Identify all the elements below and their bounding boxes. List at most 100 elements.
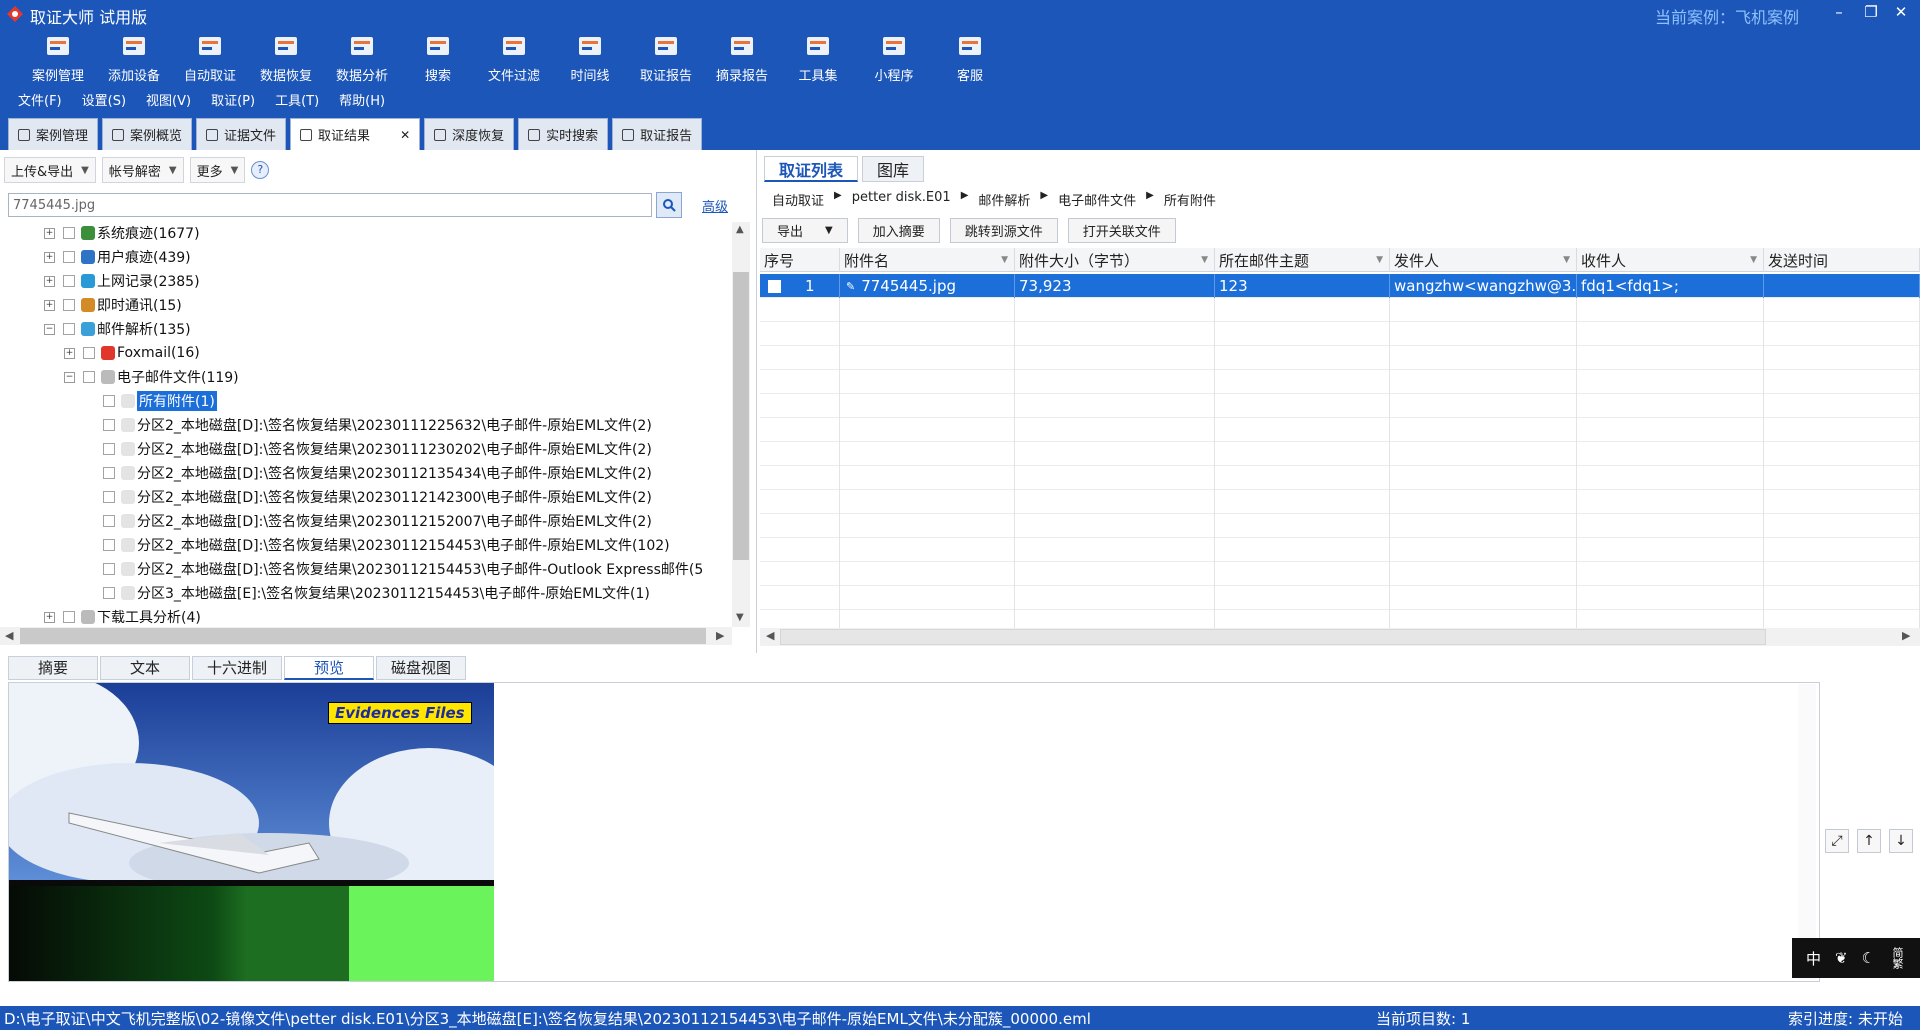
minimize-icon[interactable]: – bbox=[1824, 3, 1854, 21]
tree-checkbox[interactable] bbox=[103, 563, 115, 575]
tree-checkbox[interactable] bbox=[103, 587, 115, 599]
main-tab-4[interactable]: 深度恢复 bbox=[424, 118, 515, 150]
more-dropdown[interactable]: 更多 ▼ bbox=[189, 157, 246, 183]
breadcrumb-item[interactable]: 所有附件 bbox=[1164, 190, 1216, 209]
ribbon-button-4[interactable]: 数据分析 bbox=[324, 28, 400, 86]
main-tab-2[interactable]: 证据文件 bbox=[196, 118, 287, 150]
right-tab-0[interactable]: 取证列表 bbox=[764, 156, 859, 182]
tree-checkbox[interactable] bbox=[103, 443, 115, 455]
ribbon-button-5[interactable]: 搜索 bbox=[400, 28, 476, 86]
tree-checkbox[interactable] bbox=[103, 539, 115, 551]
tree-checkbox[interactable] bbox=[63, 299, 75, 311]
expand-icon[interactable]: + bbox=[44, 299, 55, 311]
tree-node[interactable]: 分区2_本地磁盘[D]:\签名恢复结果\20230111230202\电子邮件-… bbox=[84, 437, 652, 461]
main-tab-5[interactable]: 实时搜索 bbox=[518, 118, 609, 150]
tree-checkbox[interactable] bbox=[63, 251, 75, 263]
tree-checkbox[interactable] bbox=[103, 491, 115, 503]
main-tab-0[interactable]: 案例管理 bbox=[8, 118, 99, 150]
action-button-1[interactable]: 加入摘要 bbox=[857, 218, 940, 243]
tree-vertical-scroll-thumb[interactable] bbox=[733, 272, 749, 560]
menu-item-3[interactable]: 取证(P) bbox=[211, 90, 255, 112]
menu-item-5[interactable]: 帮助(H) bbox=[339, 90, 385, 112]
detail-tab-1[interactable]: 文本 bbox=[100, 656, 190, 680]
ribbon-button-0[interactable]: 案例管理 bbox=[20, 28, 96, 86]
scroll-up-icon[interactable]: ▲ bbox=[736, 224, 744, 235]
close-icon[interactable]: ✕ bbox=[1886, 3, 1916, 21]
filter-icon[interactable]: ▼ bbox=[1001, 255, 1008, 265]
ribbon-button-12[interactable]: 客服 bbox=[932, 28, 1008, 86]
column-header[interactable]: 序号 bbox=[760, 248, 840, 272]
ribbon-button-10[interactable]: 工具集 bbox=[780, 28, 856, 86]
scroll-right-icon[interactable]: ▶ bbox=[1902, 629, 1910, 642]
scroll-right-icon[interactable]: ▶ bbox=[716, 629, 724, 642]
column-header[interactable]: 附件名 ▼ bbox=[840, 248, 1015, 272]
tab-close-icon[interactable]: ✕ bbox=[400, 128, 410, 142]
filter-icon[interactable]: ▼ bbox=[1201, 255, 1208, 265]
search-input[interactable] bbox=[8, 193, 652, 217]
right-tab-1[interactable]: 图库 bbox=[862, 156, 925, 182]
column-header[interactable]: 附件大小（字节） ▼ bbox=[1015, 248, 1215, 272]
tree-checkbox[interactable] bbox=[63, 275, 75, 287]
tree-node[interactable]: 分区2_本地磁盘[D]:\签名恢复结果\20230112142300\电子邮件-… bbox=[84, 485, 652, 509]
upload-export-dropdown[interactable]: 上传&导出 ▼ bbox=[4, 157, 96, 183]
account-decrypt-dropdown[interactable]: 帐号解密 ▼ bbox=[101, 157, 184, 183]
main-tab-3[interactable]: 取证结果 ✕ bbox=[290, 118, 421, 150]
grid-horizontal-scroll-thumb[interactable] bbox=[780, 629, 1766, 645]
tree-node[interactable]: 分区2_本地磁盘[D]:\签名恢复结果\20230112152007\电子邮件-… bbox=[84, 509, 652, 533]
collapse-icon[interactable]: − bbox=[44, 323, 55, 335]
ribbon-button-1[interactable]: 添加设备 bbox=[96, 28, 172, 86]
scroll-left-icon[interactable]: ◀ bbox=[5, 629, 13, 642]
ribbon-button-9[interactable]: 摘录报告 bbox=[704, 28, 780, 86]
expand-icon[interactable]: + bbox=[44, 251, 55, 263]
ribbon-button-3[interactable]: 数据恢复 bbox=[248, 28, 324, 86]
arrow-up-icon[interactable]: ↑ bbox=[1857, 829, 1881, 853]
breadcrumb-item[interactable]: 自动取证 bbox=[772, 190, 824, 209]
ribbon-button-6[interactable]: 文件过滤 bbox=[476, 28, 552, 86]
tree-node[interactable]: + 即时通讯(15) bbox=[44, 293, 182, 317]
help-icon[interactable]: ? bbox=[251, 161, 270, 179]
tree-horizontal-scroll-thumb[interactable] bbox=[20, 628, 706, 644]
action-button-0[interactable]: 导出 ▼ bbox=[762, 218, 848, 243]
tree-node[interactable]: 分区3_本地磁盘[E]:\签名恢复结果\20230112154453\电子邮件-… bbox=[84, 581, 650, 605]
breadcrumb-item[interactable]: 电子邮件文件 bbox=[1058, 190, 1136, 209]
tree-checkbox[interactable] bbox=[63, 227, 75, 239]
detail-tab-3[interactable]: 预览 bbox=[284, 656, 374, 680]
ribbon-button-2[interactable]: 自动取证 bbox=[172, 28, 248, 86]
advanced-search-link[interactable]: 高级 bbox=[702, 196, 728, 215]
ribbon-button-7[interactable]: 时间线 bbox=[552, 28, 628, 86]
tree-checkbox[interactable] bbox=[103, 395, 115, 407]
tree-node[interactable]: + 上网记录(2385) bbox=[44, 269, 200, 293]
tree-node[interactable]: + Foxmail(16) bbox=[64, 341, 200, 365]
ime-moon-icon[interactable]: ☾ bbox=[1862, 949, 1875, 967]
ime-chinese-mode[interactable]: 中 bbox=[1806, 948, 1821, 969]
action-button-2[interactable]: 跳转到源文件 bbox=[949, 218, 1058, 243]
tree-node[interactable]: 分区2_本地磁盘[D]:\签名恢复结果\20230112154453\电子邮件-… bbox=[84, 557, 703, 581]
menu-item-4[interactable]: 工具(T) bbox=[275, 90, 319, 112]
tree-node[interactable]: 分区2_本地磁盘[D]:\签名恢复结果\20230112135434\电子邮件-… bbox=[84, 461, 652, 485]
expand-icon[interactable]: + bbox=[64, 347, 75, 359]
column-header[interactable]: 发送时间 bbox=[1764, 248, 1920, 272]
tree-checkbox[interactable] bbox=[103, 419, 115, 431]
tree-checkbox[interactable] bbox=[83, 347, 95, 359]
expand-icon[interactable]: + bbox=[44, 275, 55, 287]
collapse-icon[interactable]: − bbox=[64, 371, 75, 383]
ime-punctuation-icon[interactable]: ❦ bbox=[1835, 949, 1848, 967]
scroll-left-icon[interactable]: ◀ bbox=[766, 629, 774, 642]
tree-node[interactable]: + 系统痕迹(1677) bbox=[44, 221, 200, 245]
detail-tab-0[interactable]: 摘要 bbox=[8, 656, 98, 680]
scroll-down-icon[interactable]: ▼ bbox=[736, 612, 744, 623]
tree-node[interactable]: − 邮件解析(135) bbox=[44, 317, 191, 341]
ribbon-button-11[interactable]: 小程序 bbox=[856, 28, 932, 86]
ime-toolbar[interactable]: 中 ❦ ☾ 简繁 bbox=[1792, 938, 1920, 978]
tree-checkbox[interactable] bbox=[63, 323, 75, 335]
table-row[interactable]: 1 ✎ 7745445.jpg 73,923 123 wangzhw<wangzhw@3.… bbox=[760, 274, 1920, 298]
menu-item-0[interactable]: 文件(F) bbox=[18, 90, 62, 112]
main-tab-6[interactable]: 取证报告 bbox=[612, 118, 703, 150]
tree-checkbox[interactable] bbox=[103, 467, 115, 479]
breadcrumb-item[interactable]: 邮件解析 bbox=[978, 190, 1030, 209]
tree-node[interactable]: 分区2_本地磁盘[D]:\签名恢复结果\20230112154453\电子邮件-… bbox=[84, 533, 670, 557]
expand-icon[interactable]: + bbox=[44, 227, 55, 239]
ribbon-button-8[interactable]: 取证报告 bbox=[628, 28, 704, 86]
arrow-down-icon[interactable]: ↓ bbox=[1889, 829, 1913, 853]
tree-node[interactable]: 所有附件(1) bbox=[84, 389, 217, 413]
